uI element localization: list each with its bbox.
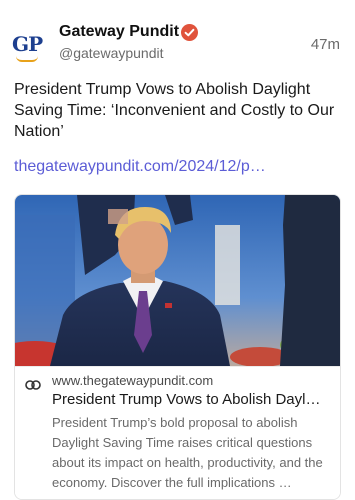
avatar-swoosh-icon [16,56,38,62]
link-icon [25,377,41,390]
post-container: GP Gateway Pundit @gatewaypundit 47m Pre… [0,0,355,500]
card-body[interactable]: www.thegatewaypundit.com President Trump… [15,366,340,499]
post-timestamp[interactable]: 47m [311,36,340,53]
card-image[interactable] [15,195,340,366]
post-text: President Trump Vows to Abolish Daylight… [14,81,335,140]
card-description: President Trump’s bold proposal to aboli… [52,415,323,490]
author-avatar[interactable]: GP [12,26,48,62]
link-preview-card[interactable]: www.thegatewaypundit.com President Trump… [14,194,341,500]
author-name[interactable]: Gateway Pundit [59,23,179,41]
post-link[interactable]: thegatewaypundit.com/2024/12/p… [14,158,344,176]
verified-badge-icon [181,24,198,41]
card-title[interactable]: President Trump Vows to Abolish Dayl… [52,391,335,408]
author-handle[interactable]: @gatewaypundit [59,45,164,61]
avatar-logo-text: GP [12,32,43,56]
card-domain: www.thegatewaypundit.com [52,373,214,388]
